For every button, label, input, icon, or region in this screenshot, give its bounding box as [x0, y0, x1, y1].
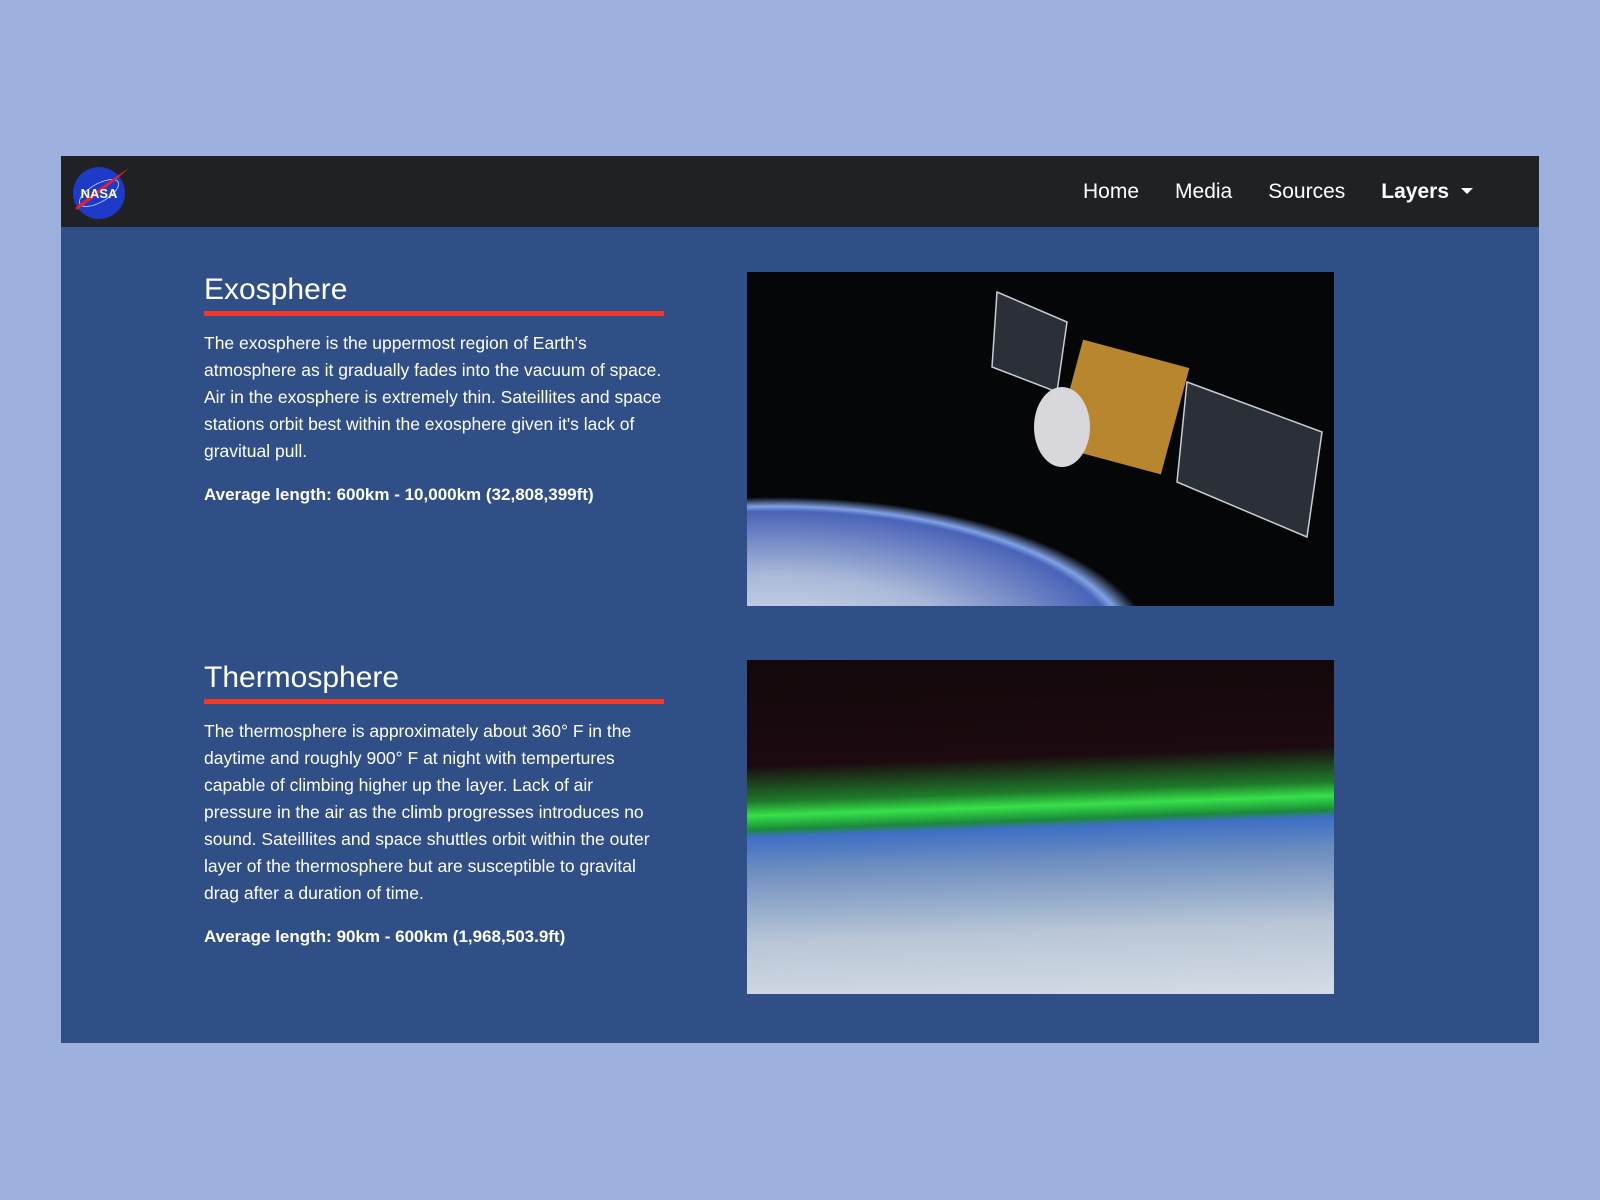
nav-media[interactable]: Media — [1175, 180, 1232, 204]
navbar: NASA Home Media Sources Layers — [61, 156, 1539, 227]
nav-links: Home Media Sources Layers — [1083, 156, 1473, 227]
nav-sources[interactable]: Sources — [1268, 180, 1345, 204]
caret-down-icon — [1461, 187, 1473, 194]
aurora-image — [747, 660, 1334, 994]
section-length: Average length: 90km - 600km (1,968,503.… — [204, 927, 566, 946]
nav-layers-dropdown[interactable]: Layers — [1381, 180, 1473, 204]
section-length: Average length: 600km - 10,000km (32,808… — [204, 485, 594, 504]
svg-text:NASA: NASA — [81, 186, 118, 201]
section-title: Exosphere — [204, 273, 664, 316]
section-body: The exosphere is the uppermost region of… — [204, 333, 662, 461]
section-body: The thermosphere is approximately about … — [204, 721, 650, 903]
satellite-illustration — [991, 290, 1323, 539]
nasa-logo[interactable]: NASA — [71, 164, 129, 220]
section-exosphere: Exosphere The exosphere is the uppermost… — [204, 273, 664, 508]
nav-home[interactable]: Home — [1083, 180, 1139, 204]
section-title: Thermosphere — [204, 661, 664, 704]
section-thermosphere: Thermosphere The thermosphere is approxi… — [204, 661, 664, 950]
page: NASA Home Media Sources Layers Exosphere… — [61, 156, 1539, 1043]
satellite-image — [747, 272, 1334, 606]
nav-layers-label: Layers — [1381, 179, 1449, 203]
